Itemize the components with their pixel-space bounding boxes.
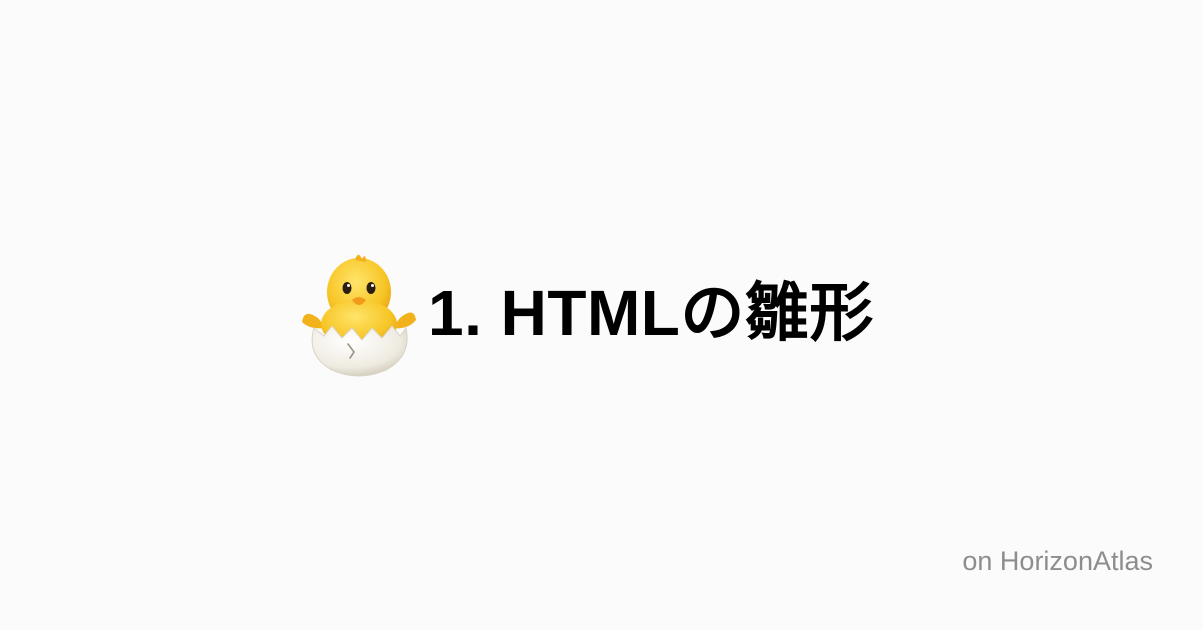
page-title: 1. HTMLの雛形 (428, 277, 874, 349)
hatching-chick-icon (302, 254, 416, 377)
site-credit: on HorizonAtlas (962, 546, 1153, 576)
title-row: 1. HTMLの雛形 (300, 248, 874, 378)
